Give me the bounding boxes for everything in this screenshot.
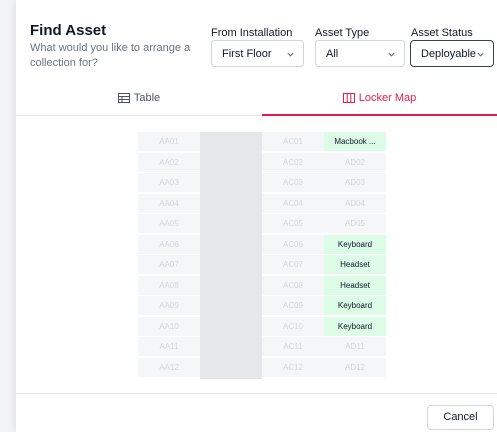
locker-cell: AA09 bbox=[138, 296, 200, 315]
locker-cell: AA07 bbox=[138, 255, 200, 274]
locker-cell: AA12 bbox=[138, 357, 200, 377]
tab-table-label: Table bbox=[133, 92, 161, 104]
locker-cell: AA08 bbox=[138, 275, 200, 295]
locker-cell: AA05 bbox=[138, 214, 200, 233]
locker-cell: AD04 bbox=[324, 193, 386, 213]
view-tabs: Table Locker Map bbox=[16, 83, 497, 116]
asset-type-select[interactable]: All bbox=[315, 40, 405, 67]
locker-cell: AC01 bbox=[262, 132, 324, 151]
locker-cell: AA10 bbox=[138, 316, 200, 336]
locker-cell: AC02 bbox=[262, 152, 324, 172]
locker-aisle bbox=[200, 132, 262, 379]
locker-cell: AC11 bbox=[262, 337, 324, 356]
locker-cell: AC10 bbox=[262, 316, 324, 336]
locker-cell: AA03 bbox=[138, 173, 200, 192]
locker-cell-occupied[interactable]: Headset bbox=[324, 275, 386, 295]
installation-value: First Floor bbox=[222, 48, 272, 60]
locker-cell: AC12 bbox=[262, 357, 324, 377]
locker-cell: AC03 bbox=[262, 173, 324, 192]
tab-locker-map-label: Locker Map bbox=[358, 92, 417, 104]
chevron-down-icon bbox=[388, 52, 395, 57]
dialog-header: Find Asset What would you like to arrang… bbox=[16, 0, 497, 82]
installation-select[interactable]: First Floor bbox=[211, 40, 304, 67]
locker-cell: AD12 bbox=[324, 357, 386, 377]
tab-table[interactable]: Table bbox=[16, 83, 262, 116]
asset-type-value: All bbox=[326, 48, 339, 60]
chevron-down-icon bbox=[287, 52, 294, 57]
locker-cell: AC05 bbox=[262, 214, 324, 233]
chevron-down-icon bbox=[477, 52, 484, 57]
installation-label: From Installation bbox=[211, 27, 293, 39]
locker-cell: AD03 bbox=[324, 173, 386, 192]
locker-cell: AC08 bbox=[262, 275, 324, 295]
locker-cell: AA06 bbox=[138, 234, 200, 254]
locker-cell: AC04 bbox=[262, 193, 324, 213]
asset-status-label: Asset Status bbox=[411, 27, 473, 39]
locker-map-icon bbox=[342, 93, 355, 103]
locker-cell-occupied[interactable]: Keyboard bbox=[324, 234, 386, 254]
dialog-footer: Cancel bbox=[16, 393, 497, 432]
locker-map: AA01 AA02 AA03 AA04 AA05 AA06 AA07 AA08 AA09 AA10… bbox=[16, 117, 497, 393]
asset-status-value: Deployable bbox=[421, 48, 477, 60]
locker-cell: AC06 bbox=[262, 234, 324, 254]
locker-cell: AD02 bbox=[324, 152, 386, 172]
locker-cell-occupied[interactable]: Headset bbox=[324, 255, 386, 274]
locker-cell: AC07 bbox=[262, 255, 324, 274]
dialog-title: Find Asset bbox=[30, 22, 107, 39]
locker-cell: AD05 bbox=[324, 214, 386, 233]
tab-locker-map[interactable]: Locker Map bbox=[262, 83, 497, 116]
asset-status-select[interactable]: Deployable bbox=[410, 40, 494, 67]
table-icon bbox=[117, 93, 130, 103]
locker-cell-occupied[interactable]: Keyboard bbox=[324, 316, 386, 336]
cancel-button[interactable]: Cancel bbox=[427, 405, 494, 430]
asset-type-label: Asset Type bbox=[315, 27, 370, 39]
locker-cell: AD11 bbox=[324, 337, 386, 356]
locker-cell-occupied[interactable]: Macbook ... bbox=[324, 132, 386, 151]
locker-cell: AA04 bbox=[138, 193, 200, 213]
locker-cell: AA01 bbox=[138, 132, 200, 151]
locker-cell: AC09 bbox=[262, 296, 324, 315]
dialog-subtitle: What would you like to arrange a collect… bbox=[30, 42, 191, 69]
locker-cell: AA11 bbox=[138, 337, 200, 356]
locker-cell-occupied[interactable]: Keyboard bbox=[324, 296, 386, 315]
find-asset-dialog: Find Asset What would you like to arrang… bbox=[16, 0, 497, 432]
locker-cell: AA02 bbox=[138, 152, 200, 172]
